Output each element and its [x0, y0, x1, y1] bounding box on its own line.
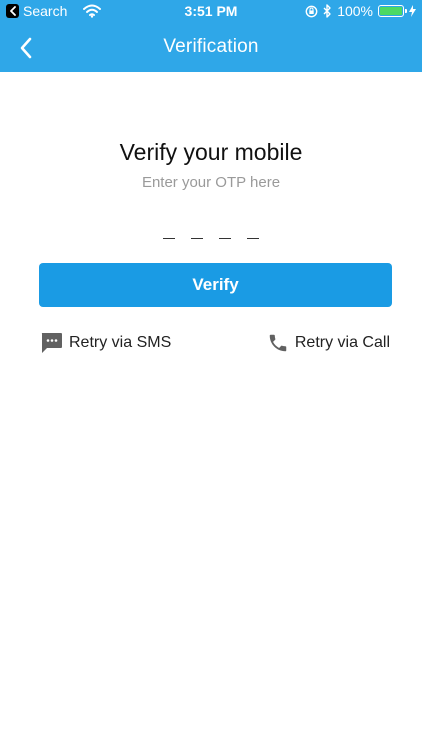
retry-call-button[interactable]: Retry via Call — [267, 332, 390, 354]
retry-call-label[interactable]: Retry via Call — [295, 334, 390, 352]
nav-bar: Verification — [0, 24, 422, 72]
phone-icon — [267, 332, 289, 354]
status-right: 100% — [305, 3, 416, 19]
charging-icon — [409, 5, 416, 17]
verify-heading: Verify your mobile — [119, 139, 303, 165]
status-bar: Search 3:51 PM 100% — [0, 0, 422, 24]
retry-sms-button[interactable]: Retry via SMS — [40, 332, 171, 354]
verification-screen: Search 3:51 PM 100% Verification Verify … — [0, 0, 422, 750]
otp-instruction: Enter your OTP here — [141, 174, 281, 191]
header: Search 3:51 PM 100% Verification — [0, 0, 422, 72]
otp-digit-2[interactable] — [191, 216, 203, 239]
otp-digit-3[interactable] — [219, 216, 231, 239]
orientation-lock-icon — [305, 5, 318, 18]
battery-icon — [378, 5, 407, 17]
otp-digit-4[interactable] — [247, 216, 259, 239]
battery-percent: 100% — [337, 3, 373, 19]
otp-digit-1[interactable] — [163, 216, 175, 239]
page-title: Verification — [163, 36, 259, 57]
message-bubble-icon — [40, 332, 63, 354]
otp-input-group — [0, 216, 422, 239]
verify-button[interactable]: Verify — [39, 263, 392, 307]
bluetooth-icon — [323, 4, 332, 18]
retry-sms-label[interactable]: Retry via SMS — [69, 334, 171, 352]
